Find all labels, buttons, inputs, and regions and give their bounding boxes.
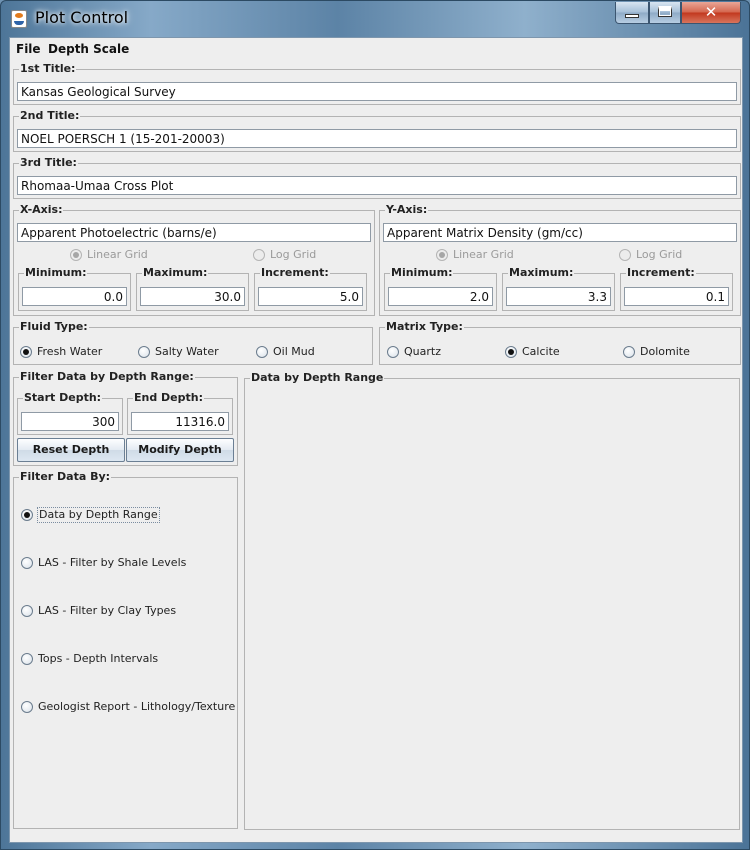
filter-geologist-report-label: Geologist Report - Lithology/Texture [38, 700, 236, 713]
menu-file[interactable]: File [16, 42, 41, 56]
java-app-icon [11, 10, 27, 28]
y-axis-label: Y-Axis: [385, 203, 429, 216]
x-log-grid-radio-icon [253, 249, 265, 261]
fluid-fresh-water-label: Fresh Water [37, 345, 103, 358]
second-title-field[interactable]: NOEL POERSCH 1 (15-201-20003) [17, 129, 737, 148]
x-increment-label: Increment: [260, 266, 330, 279]
filter-shale-levels-label: LAS - Filter by Shale Levels [38, 556, 187, 569]
fluid-fresh-water-radio-icon [20, 346, 32, 358]
y-minimum-label: Minimum: [390, 266, 454, 279]
matrix-calcite-label: Calcite [522, 345, 560, 358]
second-title-label: 2nd Title: [19, 109, 81, 122]
menu-depth-scale[interactable]: Depth Scale [48, 42, 129, 56]
data-by-depth-range-panel: Data by Depth Range [244, 371, 740, 830]
x-increment-field[interactable]: 5.0 [258, 287, 363, 306]
x-axis-group: X-Axis: Apparent Photoelectric (barns/e)… [13, 203, 375, 316]
third-title-field[interactable]: Rhomaa-Umaa Cross Plot [17, 176, 737, 195]
x-linear-grid-label: Linear Grid [87, 248, 148, 261]
y-maximum-group: Maximum: 3.3 [502, 266, 615, 311]
first-title-field[interactable]: Kansas Geological Survey [17, 82, 737, 101]
fluid-salty-water-radio-icon [138, 346, 150, 358]
maximize-button[interactable] [649, 2, 681, 24]
y-log-grid-radio-icon [619, 249, 631, 261]
y-log-grid-label: Log Grid [636, 248, 683, 261]
close-button[interactable]: ✕ [681, 2, 741, 24]
y-axis-title-field[interactable]: Apparent Matrix Density (gm/cc) [383, 223, 737, 242]
x-maximum-group: Maximum: 30.0 [136, 266, 249, 311]
reset-depth-button[interactable]: Reset Depth [17, 438, 125, 462]
y-increment-label: Increment: [626, 266, 696, 279]
x-minimum-group: Minimum: 0.0 [18, 266, 131, 311]
end-depth-group: End Depth: 11316.0 [127, 391, 233, 435]
third-title-group: 3rd Title: Rhomaa-Umaa Cross Plot [13, 156, 741, 199]
second-title-group: 2nd Title: NOEL POERSCH 1 (15-201-20003) [13, 109, 741, 152]
matrix-type-label: Matrix Type: [385, 320, 464, 333]
filter-tops-label: Tops - Depth Intervals [38, 652, 159, 665]
x-minimum-label: Minimum: [24, 266, 88, 279]
y-increment-group: Increment: 0.1 [620, 266, 733, 311]
y-minimum-field[interactable]: 2.0 [388, 287, 493, 306]
matrix-type-group: Matrix Type: Quartz Calcite Dolomite [379, 320, 741, 365]
x-maximum-field[interactable]: 30.0 [140, 287, 245, 306]
minimize-button[interactable] [615, 2, 649, 24]
third-title-label: 3rd Title: [19, 156, 78, 169]
filter-data-by-group: Filter Data By: Data by Depth Range LAS … [13, 470, 238, 829]
menu-bar: File Depth Scale [10, 38, 742, 60]
y-linear-grid-radio-icon [436, 249, 448, 261]
first-title-label: 1st Title: [19, 62, 77, 75]
start-depth-label: Start Depth: [23, 391, 103, 404]
y-linear-grid-label: Linear Grid [453, 248, 514, 261]
plot-control-window: Plot Control ✕ File Depth Scale 1st Titl… [0, 0, 750, 850]
fluid-oil-mud-label: Oil Mud [273, 345, 315, 358]
filter-data-by-label: Filter Data By: [19, 470, 112, 483]
x-increment-group: Increment: 5.0 [254, 266, 367, 311]
end-depth-field[interactable]: 11316.0 [131, 412, 229, 431]
start-depth-group: Start Depth: 300 [17, 391, 123, 435]
start-depth-field[interactable]: 300 [21, 412, 119, 431]
y-increment-field[interactable]: 0.1 [624, 287, 729, 306]
matrix-dolomite-label: Dolomite [640, 345, 690, 358]
title-bar[interactable]: Plot Control ✕ [1, 1, 749, 37]
matrix-quartz-radio-icon [387, 346, 399, 358]
x-minimum-field[interactable]: 0.0 [22, 287, 127, 306]
fluid-oil-mud-radio-icon [256, 346, 268, 358]
matrix-quartz-label: Quartz [404, 345, 441, 358]
x-maximum-label: Maximum: [142, 266, 209, 279]
end-depth-label: End Depth: [133, 391, 205, 404]
y-maximum-field[interactable]: 3.3 [506, 287, 611, 306]
filter-shale-levels-radio-icon [21, 557, 33, 569]
filter-depth-range-radio-icon [21, 509, 33, 521]
x-axis-title-field[interactable]: Apparent Photoelectric (barns/e) [17, 223, 371, 242]
filter-clay-types-radio-icon [21, 605, 33, 617]
filter-clay-types-label: LAS - Filter by Clay Types [38, 604, 177, 617]
y-minimum-group: Minimum: 2.0 [384, 266, 497, 311]
close-icon: ✕ [704, 3, 718, 21]
x-axis-label: X-Axis: [19, 203, 64, 216]
fluid-type-group: Fluid Type: Fresh Water Salty Water Oil … [13, 320, 373, 365]
maximize-icon [658, 6, 672, 17]
filter-geologist-report-radio-icon [21, 701, 33, 713]
filter-depth-range-label: Data by Depth Range [37, 507, 160, 523]
x-log-grid-label: Log Grid [270, 248, 317, 261]
modify-depth-button[interactable]: Modify Depth [126, 438, 234, 462]
y-maximum-label: Maximum: [508, 266, 575, 279]
first-title-group: 1st Title: Kansas Geological Survey [13, 62, 741, 105]
depth-filter-group: Filter Data by Depth Range: Start Depth:… [13, 370, 238, 466]
client-area: File Depth Scale 1st Title: Kansas Geolo… [9, 37, 743, 843]
y-axis-group: Y-Axis: Apparent Matrix Density (gm/cc) … [379, 203, 741, 316]
data-panel-label: Data by Depth Range [250, 371, 385, 384]
x-linear-grid-radio-icon [70, 249, 82, 261]
fluid-type-label: Fluid Type: [19, 320, 89, 333]
window-title: Plot Control [35, 8, 129, 27]
fluid-salty-water-label: Salty Water [155, 345, 219, 358]
minimize-icon [625, 14, 639, 18]
matrix-dolomite-radio-icon [623, 346, 635, 358]
matrix-calcite-radio-icon [505, 346, 517, 358]
filter-tops-radio-icon [21, 653, 33, 665]
depth-filter-label: Filter Data by Depth Range: [19, 370, 195, 383]
